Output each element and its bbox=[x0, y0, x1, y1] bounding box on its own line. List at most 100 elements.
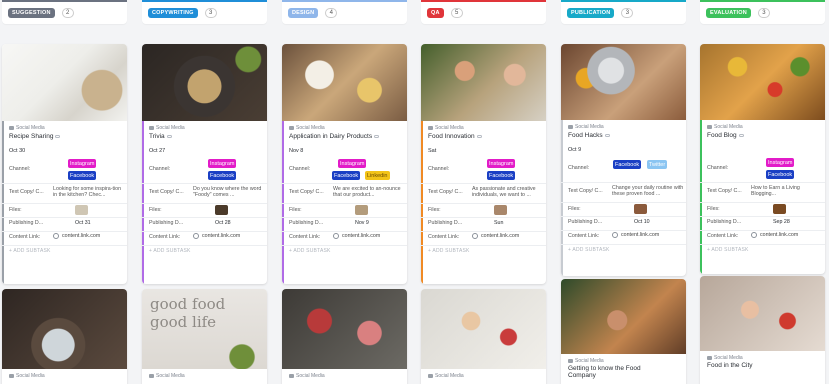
globe-icon bbox=[333, 233, 339, 239]
content-link-text: content.link.com bbox=[342, 233, 381, 239]
channel-tag-instagram[interactable]: Instagram bbox=[208, 159, 237, 168]
text-copy-value[interactable]: As passionate and creative individuals, … bbox=[472, 186, 544, 198]
text-copy-value[interactable]: Change your daily routine with these pro… bbox=[612, 185, 684, 197]
add-subtask-button[interactable]: + ADD SUBTASK bbox=[707, 247, 749, 253]
file-thumbnail[interactable] bbox=[75, 205, 88, 215]
channel-label: Channel: bbox=[289, 166, 311, 172]
channel-tag-facebook[interactable]: Facebook bbox=[208, 171, 237, 180]
folder-icon bbox=[149, 126, 154, 130]
channel-tag-facebook[interactable]: Facebook bbox=[487, 171, 516, 180]
add-subtask-button[interactable]: + ADD SUBTASK bbox=[149, 248, 191, 254]
content-link-value[interactable]: content.link.com bbox=[751, 232, 798, 238]
file-thumbnail[interactable] bbox=[215, 205, 228, 215]
channel-tag-instagram[interactable]: Instagram bbox=[338, 159, 367, 168]
content-link-label: Content Link: bbox=[289, 234, 321, 240]
task-title[interactable]: Food Innovation bbox=[428, 133, 482, 140]
files-label: Files: bbox=[289, 207, 302, 213]
list-location: Social Media bbox=[428, 125, 464, 131]
channel-tag-instagram[interactable]: Instagram bbox=[487, 159, 516, 168]
add-subtask-button[interactable]: + ADD SUBTASK bbox=[568, 247, 610, 253]
channel-label: Channel: bbox=[568, 165, 590, 171]
task-card[interactable]: Social Media bbox=[2, 289, 127, 384]
list-name: Social Media bbox=[296, 125, 325, 131]
due-date[interactable]: Sat bbox=[428, 148, 436, 154]
task-card[interactable]: Social Media Trivia Oct 27 Channel: Instagra… bbox=[142, 44, 267, 284]
publishing-date-value[interactable]: Sep 28 bbox=[773, 219, 790, 225]
task-card[interactable]: Social Media Food Hacks Oct 9 Channel: Faceb… bbox=[561, 44, 686, 276]
globe-icon bbox=[751, 232, 757, 238]
content-link-value[interactable]: content.link.com bbox=[53, 233, 100, 239]
due-date[interactable]: Oct 30 bbox=[9, 148, 25, 154]
text-copy-value[interactable]: How to Earn a Living Blogging... bbox=[751, 185, 823, 197]
content-link-value[interactable]: content.link.com bbox=[612, 232, 659, 238]
text-copy-label: Text Copy/ C... bbox=[149, 189, 184, 195]
status-pill[interactable]: EVALUATION bbox=[706, 8, 751, 18]
folder-icon bbox=[428, 374, 433, 378]
status-pill[interactable]: COPYWRITING bbox=[148, 8, 198, 18]
status-pill[interactable]: SUGGESTION bbox=[8, 8, 55, 18]
file-thumbnail[interactable] bbox=[773, 204, 786, 214]
field-divider bbox=[142, 183, 267, 184]
text-copy-label: Text Copy/ C... bbox=[568, 188, 603, 194]
channel-label: Channel: bbox=[149, 166, 171, 172]
column-header: DESIGN 4 bbox=[282, 0, 407, 24]
task-title[interactable]: Getting to know the Food Company bbox=[568, 365, 668, 379]
task-card[interactable]: good food good life Social Media bbox=[142, 289, 267, 384]
task-card[interactable]: Social Media Recipe Sharing Oct 30 Channel:… bbox=[2, 44, 127, 284]
task-title[interactable]: Application in Dairy Products bbox=[289, 133, 380, 140]
task-card[interactable]: Social Media Food Innovation Sat Channel: In… bbox=[421, 44, 546, 284]
publishing-date-value[interactable]: Nov 9 bbox=[355, 220, 369, 226]
status-pill[interactable]: PUBLICATION bbox=[567, 8, 615, 18]
channel-tag-instagram[interactable]: Instagram bbox=[766, 158, 795, 167]
text-copy-value[interactable]: We are excited to an-nounce that our pro… bbox=[333, 186, 405, 198]
content-link-value[interactable]: content.link.com bbox=[472, 233, 519, 239]
folder-icon bbox=[707, 356, 712, 360]
task-title[interactable]: Food Hacks bbox=[568, 132, 610, 139]
globe-icon bbox=[193, 233, 199, 239]
folder-icon bbox=[428, 126, 433, 130]
task-card[interactable]: Social Media Food in the City bbox=[700, 276, 825, 384]
content-link-value[interactable]: content.link.com bbox=[333, 233, 380, 239]
publishing-date-value[interactable]: Oct 28 bbox=[215, 220, 231, 226]
task-card[interactable]: Social Media Food Blog Channel: Instagram Fa… bbox=[700, 44, 825, 274]
channel-tag-twitter[interactable]: Twitter bbox=[647, 160, 668, 169]
due-date[interactable]: Oct 9 bbox=[568, 147, 581, 153]
file-thumbnail[interactable] bbox=[494, 205, 507, 215]
add-subtask-button[interactable]: + ADD SUBTASK bbox=[428, 248, 470, 254]
task-title[interactable]: Food in the City bbox=[707, 362, 807, 369]
task-title[interactable]: Food Blog bbox=[707, 132, 744, 139]
status-pill[interactable]: QA bbox=[427, 8, 444, 18]
publishing-date-value[interactable]: Oct 31 bbox=[75, 220, 91, 226]
publishing-date-value[interactable]: Oct 10 bbox=[634, 219, 650, 225]
list-location: Social Media bbox=[9, 373, 45, 379]
task-title[interactable]: Recipe Sharing bbox=[9, 133, 61, 140]
add-subtask-button[interactable]: + ADD SUBTASK bbox=[9, 248, 51, 254]
channel-tag-linkedin[interactable]: Linkedin bbox=[365, 171, 390, 180]
status-pill[interactable]: DESIGN bbox=[288, 8, 319, 18]
task-title[interactable]: Trivia bbox=[149, 133, 172, 140]
task-card[interactable]: Social Media bbox=[282, 289, 407, 384]
text-copy-value[interactable]: Looking for some inspira-tion in the kit… bbox=[53, 186, 125, 198]
channel-tag-facebook[interactable]: Facebook bbox=[613, 160, 642, 169]
list-location: Social Media bbox=[9, 125, 45, 131]
channel-tag-facebook[interactable]: Facebook bbox=[766, 170, 795, 179]
text-copy-value[interactable]: Do you know where the word "Foody" comes… bbox=[193, 186, 265, 198]
file-thumbnail[interactable] bbox=[634, 204, 647, 214]
channel-tag-facebook[interactable]: Facebook bbox=[332, 171, 361, 180]
content-link-value[interactable]: content.link.com bbox=[193, 233, 240, 239]
channel-tag-instagram[interactable]: Instagram bbox=[68, 159, 97, 168]
card-cover-image bbox=[421, 44, 546, 121]
list-location: Social Media bbox=[707, 124, 743, 130]
task-card[interactable]: Social Media bbox=[421, 289, 546, 384]
content-link-text: content.link.com bbox=[621, 232, 660, 238]
due-date[interactable]: Oct 27 bbox=[149, 148, 165, 154]
task-card[interactable]: Social Media Getting to know the Food Com… bbox=[561, 279, 686, 384]
field-divider bbox=[700, 216, 825, 217]
add-subtask-button[interactable]: + ADD SUBTASK bbox=[289, 248, 331, 254]
field-divider bbox=[561, 182, 686, 183]
channel-tag-facebook[interactable]: Facebook bbox=[68, 171, 97, 180]
publishing-date-value[interactable]: Sun bbox=[494, 220, 503, 226]
file-thumbnail[interactable] bbox=[355, 205, 368, 215]
due-date[interactable]: Nov 8 bbox=[289, 148, 303, 154]
task-card[interactable]: Social Media Application in Dairy Product… bbox=[282, 44, 407, 284]
